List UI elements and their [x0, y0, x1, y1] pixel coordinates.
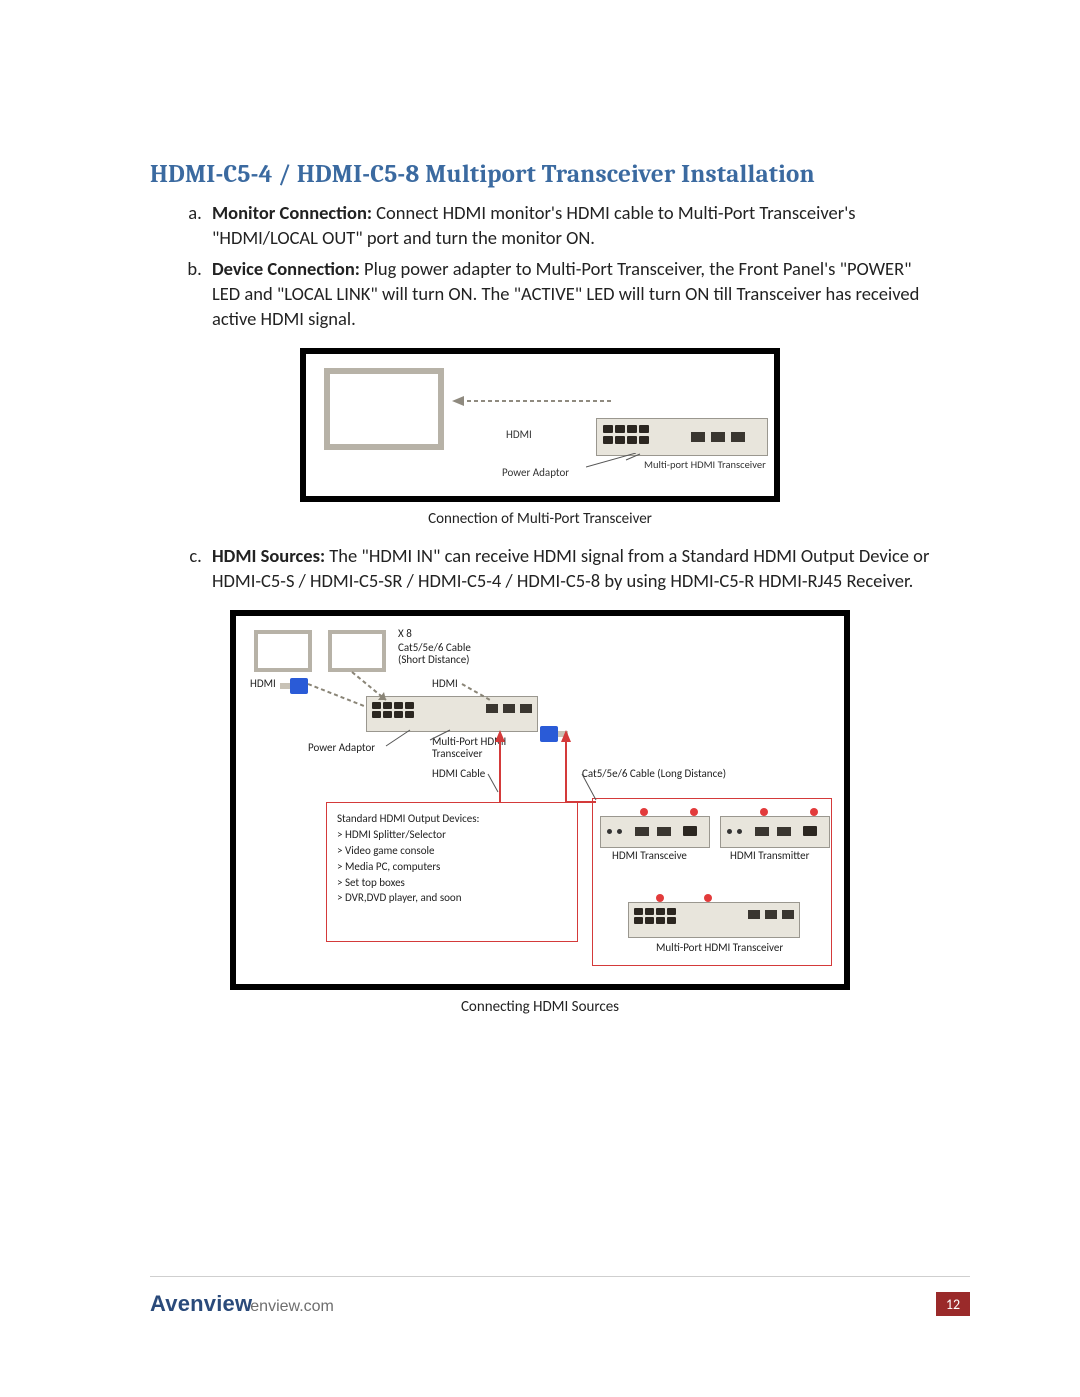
label-hdmi-right: HDMI: [432, 678, 458, 691]
red-dot-icon: [640, 808, 648, 816]
hdmi-plug-icon: [280, 676, 308, 692]
item-b: Device Connection: Plug power adapter to…: [206, 257, 930, 332]
section-heading: HDMI-C5-4 / HDMI-C5-8 Multiport Transcei…: [150, 160, 930, 189]
label-hdmi: HDMI: [506, 428, 532, 441]
instruction-list-2: HDMI Sources: The "HDMI IN" can receive …: [150, 544, 930, 594]
item-a-label: Monitor Connection:: [212, 201, 372, 224]
transceiver-icon: [596, 418, 768, 456]
figure-2-caption: Connecting HDMI Sources: [150, 998, 930, 1016]
logo-text: Avenview: [150, 1291, 252, 1317]
item-b-label: Device Connection:: [212, 257, 360, 280]
hdmi-plug-icon: [540, 724, 568, 740]
leader-line-icon: [586, 453, 640, 469]
label-mp-transceiver: Multi-Port HDMITransceiver: [432, 736, 506, 761]
monitor-icon: [324, 368, 444, 450]
label-transceiver: Multi-port HDMI Transceiver: [644, 458, 766, 471]
page: HDMI-C5-4 / HDMI-C5-8 Multiport Transcei…: [0, 0, 1080, 1397]
arrow-icon: [452, 394, 616, 408]
figure-2: X 8 Cat5/5e/6 Cable(Short Distance) HDMI…: [230, 610, 850, 990]
std-title: Standard HDMI Output Devices:: [337, 811, 567, 827]
figure-1-caption: Connection of Multi-Port Transceiver: [150, 510, 930, 528]
std-line: > HDMI Splitter/Selector: [337, 827, 567, 843]
figure-1: HDMI Power Adaptor Multi-port HDMI Trans…: [300, 348, 780, 502]
hdmi-transmitter-icon: [720, 816, 830, 848]
logo-domain: enview.com: [250, 1298, 334, 1316]
item-a: Monitor Connection: Connect HDMI monitor…: [206, 201, 930, 251]
label-mp-transceiver-bottom: Multi-Port HDMI Transceiver: [656, 942, 783, 955]
std-line: > Set top boxes: [337, 875, 567, 891]
red-dot-icon: [690, 808, 698, 816]
label-hdmi-transmitter: HDMI Transmitter: [730, 850, 809, 863]
red-dot-icon: [656, 894, 664, 902]
item-c: HDMI Sources: The "HDMI IN" can receive …: [206, 544, 930, 594]
red-dot-icon: [704, 894, 712, 902]
label-hdmi-transceive: HDMI Transceive: [612, 850, 687, 863]
std-line: > DVR,DVD player, and soon: [337, 890, 567, 906]
page-footer: Avenview enview.com 12: [150, 1276, 970, 1317]
item-c-label: HDMI Sources:: [212, 544, 325, 567]
page-number: 12: [936, 1292, 970, 1316]
std-line: > Media PC, computers: [337, 859, 567, 875]
monitor-icon: [254, 630, 312, 672]
label-hdmi-cable: HDMI Cable: [432, 768, 485, 781]
red-dot-icon: [760, 808, 768, 816]
transceiver-icon: [366, 696, 538, 732]
label-power-adaptor: Power Adaptor: [502, 466, 569, 479]
label-cable-short: Cat5/5e/6 Cable(Short Distance): [398, 642, 471, 667]
brand-logo: Avenview enview.com: [150, 1291, 334, 1317]
std-devices-box: Standard HDMI Output Devices: > HDMI Spl…: [326, 802, 578, 942]
red-dot-icon: [810, 808, 818, 816]
instruction-list-1: Monitor Connection: Connect HDMI monitor…: [150, 201, 930, 332]
label-cable-long: Cat5/5e/6 Cable (Long Distance): [582, 768, 726, 781]
label-x8: X 8: [398, 628, 412, 641]
label-power-adaptor: Power Adaptor: [308, 742, 375, 755]
transceiver-icon: [628, 902, 800, 938]
std-line: > Video game console: [337, 843, 567, 859]
monitor-icon: [328, 630, 386, 672]
label-hdmi-left: HDMI: [250, 678, 276, 691]
hdmi-transceive-icon: [600, 816, 710, 848]
